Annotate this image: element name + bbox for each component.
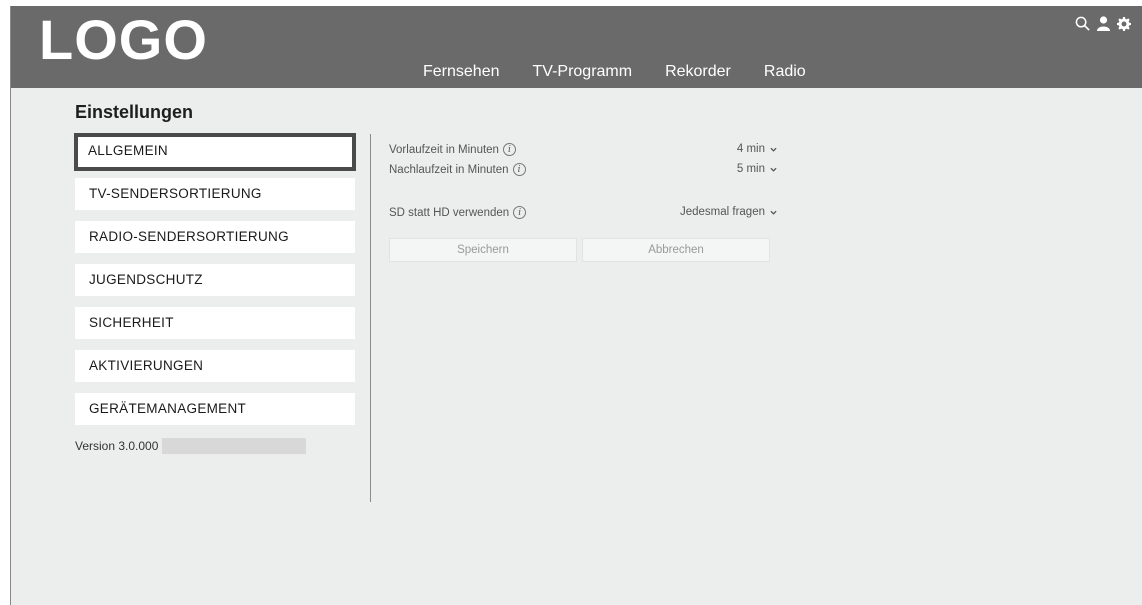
menu-item-allgemein[interactable]: ALLGEMEIN — [74, 133, 356, 171]
chevron-down-icon — [770, 210, 777, 215]
menu-item-tv-sendersortierung[interactable]: TV-SENDERSORTIERUNG — [75, 178, 355, 210]
menu-item-sicherheit[interactable]: SICHERHEIT — [75, 307, 355, 339]
info-icon[interactable]: i — [513, 206, 527, 219]
version-redacted — [162, 438, 307, 454]
form-buttons: Speichern Abbrechen — [389, 238, 770, 262]
app-frame: LOGO Fernsehen TV-Programm Rekorder Radi… — [10, 6, 1142, 605]
user-icon[interactable] — [1097, 16, 1110, 31]
settings-menu: ALLGEMEIN TV-SENDERSORTIERUNG RADIO-SEND… — [74, 133, 356, 436]
nachlaufzeit-value: 5 min — [736, 163, 765, 175]
nav-item-rekorder[interactable]: Rekorder — [665, 64, 731, 80]
setting-row-vorlaufzeit: Vorlaufzeit in Minuten i 4 min — [389, 140, 777, 160]
setting-row-sd-hd: SD statt HD verwenden i Jedesmal fragen — [389, 203, 777, 223]
menu-item-jugendschutz[interactable]: JUGENDSCHUTZ — [75, 264, 355, 296]
menu-item-aktivierungen[interactable]: AKTIVIERUNGEN — [75, 350, 355, 382]
vertical-divider — [370, 134, 371, 502]
main-nav: Fernsehen TV-Programm Rekorder Radio — [423, 64, 839, 80]
vorlaufzeit-select[interactable]: 4 min — [737, 143, 777, 155]
sd-hd-value: Jedesmal fragen — [679, 206, 765, 218]
setting-label-text: Vorlaufzeit in Minuten — [389, 143, 499, 156]
setting-row-nachlaufzeit: Nachlaufzeit in Minuten i 5 min — [389, 160, 777, 180]
info-icon[interactable]: i — [502, 143, 516, 156]
nav-item-tv-programm[interactable]: TV-Programm — [533, 64, 633, 80]
top-bar: LOGO Fernsehen TV-Programm Rekorder Radi… — [11, 6, 1142, 88]
sd-hd-select[interactable]: Jedesmal fragen — [680, 206, 777, 218]
setting-label-vorlaufzeit: Vorlaufzeit in Minuten i — [389, 143, 516, 156]
vorlaufzeit-value: 4 min — [736, 143, 765, 155]
setting-label-nachlaufzeit: Nachlaufzeit in Minuten i — [389, 163, 526, 176]
chevron-down-icon — [770, 167, 777, 172]
search-icon[interactable] — [1075, 16, 1090, 31]
nav-item-radio[interactable]: Radio — [764, 64, 806, 80]
logo[interactable]: LOGO — [39, 12, 208, 68]
chevron-down-icon — [770, 147, 777, 152]
nachlaufzeit-select[interactable]: 5 min — [737, 163, 777, 175]
menu-item-geraetemanagement[interactable]: GERÄTEMANAGEMENT — [75, 393, 355, 425]
setting-label-text: SD statt HD verwenden — [389, 206, 510, 219]
save-button[interactable]: Speichern — [389, 238, 577, 262]
setting-label-text: Nachlaufzeit in Minuten — [389, 163, 509, 176]
cancel-button[interactable]: Abbrechen — [582, 238, 770, 262]
gear-icon[interactable] — [1117, 16, 1131, 31]
settings-panel: Vorlaufzeit in Minuten i 4 min Nachlaufz… — [389, 140, 777, 223]
version-info: Version 3.0.000 — [75, 438, 307, 454]
menu-item-radio-sendersortierung[interactable]: RADIO-SENDERSORTIERUNG — [75, 221, 355, 253]
setting-label-sd-hd: SD statt HD verwenden i — [389, 206, 527, 219]
header-icons — [1075, 16, 1131, 31]
version-label: Version 3.0.000 — [75, 439, 159, 453]
page-title: Einstellungen — [75, 102, 194, 122]
nav-item-fernsehen[interactable]: Fernsehen — [423, 64, 500, 80]
info-icon[interactable]: i — [512, 163, 526, 176]
